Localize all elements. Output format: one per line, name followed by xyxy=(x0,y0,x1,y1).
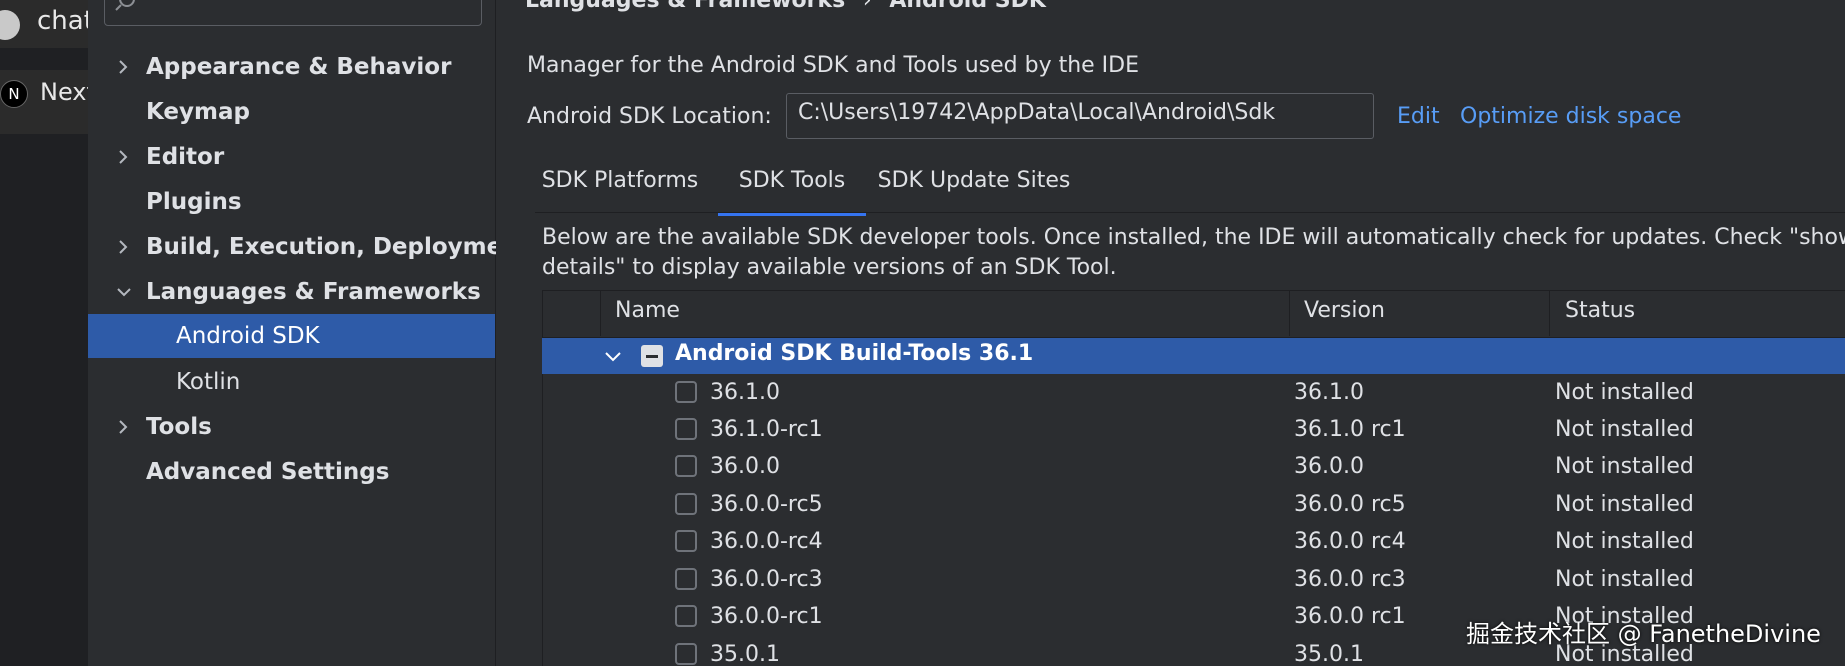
row-checkbox[interactable] xyxy=(675,455,697,477)
breadcrumb-current: Android SDK xyxy=(889,0,1046,13)
row-name: 35.0.1 xyxy=(710,642,780,666)
table-row[interactable]: 36.0.0 36.0.0 Not installed xyxy=(542,450,1845,486)
tab-sdk-update-sites[interactable]: SDK Update Sites xyxy=(874,160,1074,212)
chevron-right-icon[interactable] xyxy=(116,405,132,449)
sidebar-item-label: Kotlin xyxy=(176,369,241,395)
column-header-version[interactable]: Version xyxy=(1304,298,1385,323)
sidebar-item-android-sdk[interactable]: Android SDK xyxy=(88,314,495,358)
table-row[interactable]: 36.0.0-rc3 36.0.0 rc3 Not installed xyxy=(542,563,1845,599)
breadcrumb: Languages & Frameworks › Android SDK xyxy=(525,0,1046,13)
row-status: Not installed xyxy=(1555,454,1694,479)
sidebar-item-label: Android SDK xyxy=(176,323,320,349)
table-row[interactable]: 36.0.0-rc5 36.0.0 rc5 Not installed xyxy=(542,488,1845,524)
column-separator[interactable] xyxy=(1289,290,1290,336)
row-checkbox[interactable] xyxy=(675,418,697,440)
sidebar-item-keymap[interactable]: Keymap xyxy=(88,90,495,134)
chevron-down-icon[interactable] xyxy=(116,270,132,314)
row-version: 36.0.0 xyxy=(1294,454,1364,479)
search-icon xyxy=(115,0,135,11)
tab-divider xyxy=(535,212,1845,213)
table-row[interactable]: 36.1.0-rc1 36.1.0 rc1 Not installed xyxy=(542,413,1845,449)
group-label: Android SDK Build-Tools 36.1 xyxy=(675,341,1034,366)
info-text-line1: Below are the available SDK developer to… xyxy=(542,225,1845,250)
row-name: 36.0.0 xyxy=(710,454,780,479)
sidebar-item-label: Languages & Frameworks xyxy=(146,279,481,305)
table-row[interactable]: 36.0.0-rc4 36.0.0 rc4 Not installed xyxy=(542,525,1845,561)
row-name: 36.0.0-rc5 xyxy=(710,492,823,517)
table-row[interactable]: 36.1.0 36.1.0 Not installed xyxy=(542,376,1845,412)
background-app-label[interactable]: chat xyxy=(37,6,94,36)
row-name: 36.0.0-rc4 xyxy=(710,529,823,554)
watermark: 掘金技术社区 @ FanetheDivine xyxy=(1466,620,1821,648)
row-status: Not installed xyxy=(1555,380,1694,405)
row-checkbox[interactable] xyxy=(675,643,697,665)
row-version: 35.0.1 xyxy=(1294,642,1364,666)
sidebar-item-editor[interactable]: Editor xyxy=(88,135,495,179)
column-header-status[interactable]: Status xyxy=(1565,298,1635,323)
row-version: 36.1.0 xyxy=(1294,380,1364,405)
next-app-icon[interactable]: N xyxy=(0,80,28,108)
column-separator[interactable] xyxy=(600,290,601,336)
row-name: 36.0.0-rc1 xyxy=(710,604,823,629)
row-version: 36.0.0 rc5 xyxy=(1294,492,1406,517)
sidebar-item-appearance[interactable]: Appearance & Behavior xyxy=(88,45,495,89)
row-status: Not installed xyxy=(1555,417,1694,442)
breadcrumb-parent[interactable]: Languages & Frameworks xyxy=(525,0,845,13)
info-text-line2: details" to display available versions o… xyxy=(542,255,1117,280)
edit-link[interactable]: Edit xyxy=(1397,104,1440,129)
row-name: 36.0.0-rc3 xyxy=(710,567,823,592)
row-name: 36.1.0 xyxy=(710,380,780,405)
sidebar-item-label: Keymap xyxy=(146,99,250,125)
sidebar-item-label: Tools xyxy=(146,414,212,440)
breadcrumb-separator: › xyxy=(862,0,872,13)
row-version: 36.0.0 rc3 xyxy=(1294,567,1406,592)
column-header-name[interactable]: Name xyxy=(615,298,680,323)
chevron-down-icon[interactable] xyxy=(603,338,623,374)
row-checkbox[interactable] xyxy=(675,493,697,515)
sidebar-item-kotlin[interactable]: Kotlin xyxy=(88,360,495,404)
row-status: Not installed xyxy=(1555,529,1694,554)
tab-sdk-platforms[interactable]: SDK Platforms xyxy=(535,160,705,212)
chevron-right-icon[interactable] xyxy=(116,45,132,89)
row-checkbox[interactable] xyxy=(675,381,697,403)
chevron-right-icon[interactable] xyxy=(116,225,132,269)
tab-sdk-tools[interactable]: SDK Tools xyxy=(718,160,866,216)
row-status: Not installed xyxy=(1555,567,1694,592)
chevron-right-icon[interactable] xyxy=(116,135,132,179)
sidebar-item-label: Build, Execution, Deployment xyxy=(146,234,530,260)
group-checkbox[interactable] xyxy=(641,345,663,367)
sidebar-item-plugins[interactable]: Plugins xyxy=(88,180,495,224)
column-separator[interactable] xyxy=(1549,290,1550,336)
sidebar-item-label: Plugins xyxy=(146,189,242,215)
row-version: 36.1.0 rc1 xyxy=(1294,417,1406,442)
row-checkbox[interactable] xyxy=(675,605,697,627)
sdk-location-value: C:\Users\19742\AppData\Local\Android\Sdk xyxy=(798,100,1276,125)
table-header xyxy=(542,290,1845,338)
optimize-disk-space-link[interactable]: Optimize disk space xyxy=(1460,104,1681,129)
row-status: Not installed xyxy=(1555,492,1694,517)
row-version: 36.0.0 rc4 xyxy=(1294,529,1406,554)
row-checkbox[interactable] xyxy=(675,568,697,590)
sdk-location-label: Android SDK Location: xyxy=(527,104,772,129)
row-checkbox[interactable] xyxy=(675,530,697,552)
sidebar-item-tools[interactable]: Tools xyxy=(88,405,495,449)
row-name: 36.1.0-rc1 xyxy=(710,417,823,442)
sidebar-item-advanced[interactable]: Advanced Settings xyxy=(88,450,495,494)
sidebar-item-label: Editor xyxy=(146,144,225,170)
sidebar-item-label: Appearance & Behavior xyxy=(146,54,452,80)
sidebar-item-label: Advanced Settings xyxy=(146,459,390,485)
sidebar-item-languages[interactable]: Languages & Frameworks xyxy=(88,270,495,314)
page-description: Manager for the Android SDK and Tools us… xyxy=(527,53,1140,78)
sidebar-item-build[interactable]: Build, Execution, Deployment xyxy=(88,225,530,269)
settings-search-input[interactable] xyxy=(104,0,482,26)
row-version: 36.0.0 rc1 xyxy=(1294,604,1406,629)
